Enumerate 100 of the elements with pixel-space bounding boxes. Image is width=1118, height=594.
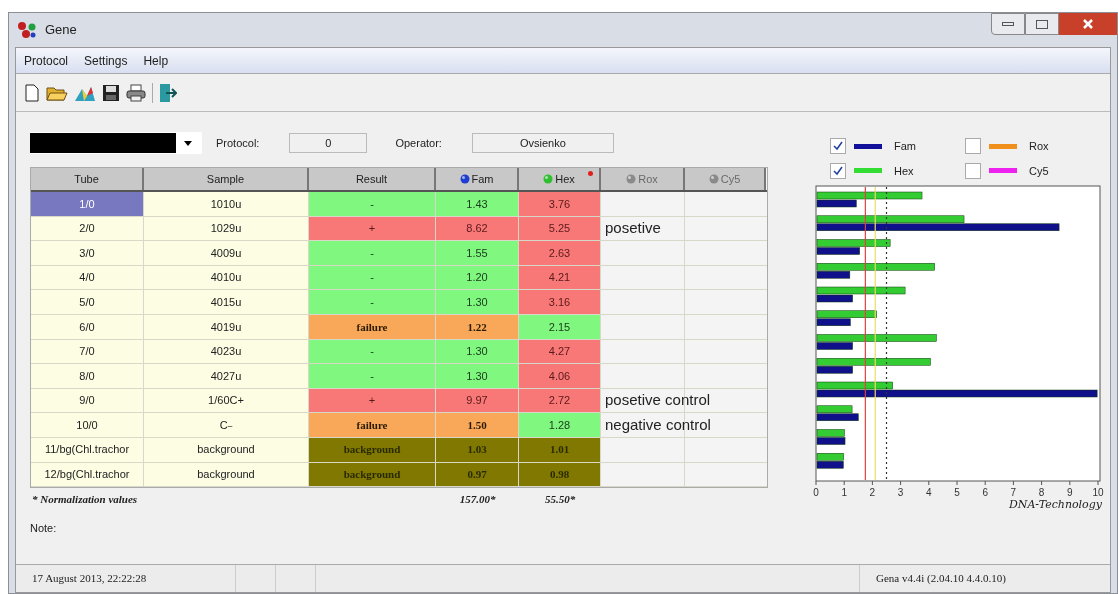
status-version: Gena v4.4i (2.04.10 4.4.0.10)	[875, 571, 1007, 587]
legend-label: Fam	[894, 139, 916, 154]
column-header[interactable]: Hex	[519, 168, 601, 190]
annotation-text: posetive control	[605, 390, 711, 411]
tick-label: 10	[1092, 487, 1104, 498]
table-cell: 1.50	[436, 413, 519, 437]
legend-checkbox[interactable]	[965, 162, 981, 179]
tube-cell: 6/0	[31, 314, 144, 339]
normalization-value: 157.00*	[458, 491, 497, 507]
table-cell: 1.30	[436, 364, 519, 388]
table-cell: -	[309, 339, 436, 364]
table-cell: failure	[309, 413, 436, 437]
table-cell: 1.20	[436, 265, 519, 290]
table-cell: 4.27	[519, 339, 601, 364]
table-cell: C$_{–}$	[144, 413, 309, 437]
tick-label: 9	[1067, 487, 1073, 498]
new-file-icon[interactable]	[24, 83, 40, 102]
table-cell: 4019u	[144, 314, 309, 339]
tube-cell: 2/0	[31, 216, 144, 241]
note-label: Note:	[30, 521, 58, 537]
table-cell: 2.63	[519, 241, 601, 265]
legend-checkbox[interactable]	[830, 138, 846, 155]
table-cell: 4027u	[144, 364, 309, 388]
tube-cell: 1/0	[31, 192, 144, 216]
tick-label: 7	[1010, 487, 1017, 498]
table-cell: 1.30	[436, 339, 519, 364]
tube-cell: 3/0	[31, 241, 144, 265]
table-cell: -	[309, 364, 436, 388]
molecule-logo-icon	[17, 21, 37, 39]
table-cell: 4009u	[144, 241, 309, 265]
menu-item[interactable]: Help	[143, 51, 169, 70]
protocol-field: 0	[289, 133, 368, 153]
tube-cell: 11/bg(Chl.trachor	[31, 437, 144, 462]
table-cell: 0.97	[436, 462, 519, 487]
menu-item[interactable]: Settings	[84, 51, 128, 70]
tick-label: 2	[869, 487, 876, 498]
minimize-button[interactable]	[991, 13, 1025, 35]
table-cell: 1.03	[436, 437, 519, 462]
table-cell: 0.98	[519, 462, 601, 487]
table-cell: 9.97	[436, 388, 519, 413]
print-icon[interactable]	[126, 83, 146, 102]
table-cell: 4015u	[144, 290, 309, 314]
menu-item[interactable]: Protocol	[24, 51, 69, 70]
legend-label: Hex	[894, 163, 914, 179]
table-cell: 5.25	[519, 216, 601, 241]
table-cell: 2.15	[519, 314, 601, 339]
tube-cell: 8/0	[31, 364, 144, 388]
tube-cell: 9/0	[31, 388, 144, 413]
legend-label: Cy5	[1029, 163, 1049, 179]
annotation-text: posetive	[605, 218, 661, 239]
table-cell: 3.76	[519, 192, 601, 216]
table-cell: 1010u	[144, 192, 309, 216]
table-cell: +	[309, 216, 436, 241]
legend-label: Rox	[1029, 139, 1049, 154]
table-cell: +	[309, 388, 436, 413]
table-cell: 1.22	[436, 314, 519, 339]
table-cell: -	[309, 290, 436, 314]
table-cell: 1.28	[519, 413, 601, 437]
table-cell: background	[309, 462, 436, 487]
protocol-dropdown[interactable]	[30, 132, 202, 154]
tick-label: 6	[982, 487, 988, 498]
column-header[interactable]: Fam	[436, 168, 519, 190]
legend-checkbox[interactable]	[965, 138, 981, 155]
company-logo: DNA-Technology	[1008, 497, 1102, 513]
column-header[interactable]: Sample	[144, 168, 309, 190]
tick-label: 4	[926, 487, 932, 498]
table-cell: 4010u	[144, 265, 309, 290]
table-cell: 4.06	[519, 364, 601, 388]
dropdown-caret-icon	[184, 140, 192, 146]
annotation-text: negative control	[605, 414, 711, 435]
table-cell: 1.43	[436, 192, 519, 216]
table-cell: 3.16	[519, 290, 601, 314]
operator-label: Operator:	[395, 135, 442, 151]
table-cell: 1029u	[144, 216, 309, 241]
table-cell: 1.55	[436, 241, 519, 265]
maximize-button[interactable]	[1025, 13, 1059, 35]
protocol-label: Protocol:	[216, 135, 260, 151]
window-title: Gene	[45, 21, 77, 40]
column-header[interactable]: Result	[309, 168, 436, 190]
footnote: * Normalization values	[31, 491, 139, 507]
column-header[interactable]: Tube	[31, 168, 144, 190]
exit-icon[interactable]	[159, 82, 177, 103]
legend-checkbox[interactable]	[830, 162, 846, 179]
tube-cell: 10/0	[31, 413, 144, 437]
table-cell: 4023u	[144, 339, 309, 364]
table-cell: failure	[309, 314, 436, 339]
table-cell: -	[309, 241, 436, 265]
table-cell: 4.21	[519, 265, 601, 290]
table-cell: 8.62	[436, 216, 519, 241]
save-icon[interactable]	[102, 83, 120, 102]
close-button[interactable]	[1059, 13, 1117, 35]
normalization-value: 55.50*	[543, 491, 577, 507]
tube-cell: 5/0	[31, 290, 144, 314]
tick-label: 3	[897, 487, 904, 498]
table-cell: background	[309, 437, 436, 462]
table-cell: background	[144, 462, 309, 487]
status-datetime: 17 August 2013, 22:22:28	[16, 565, 236, 592]
tick-label: 5	[954, 487, 960, 498]
tick-label: 0	[813, 487, 819, 498]
table-cell: background	[144, 437, 309, 462]
